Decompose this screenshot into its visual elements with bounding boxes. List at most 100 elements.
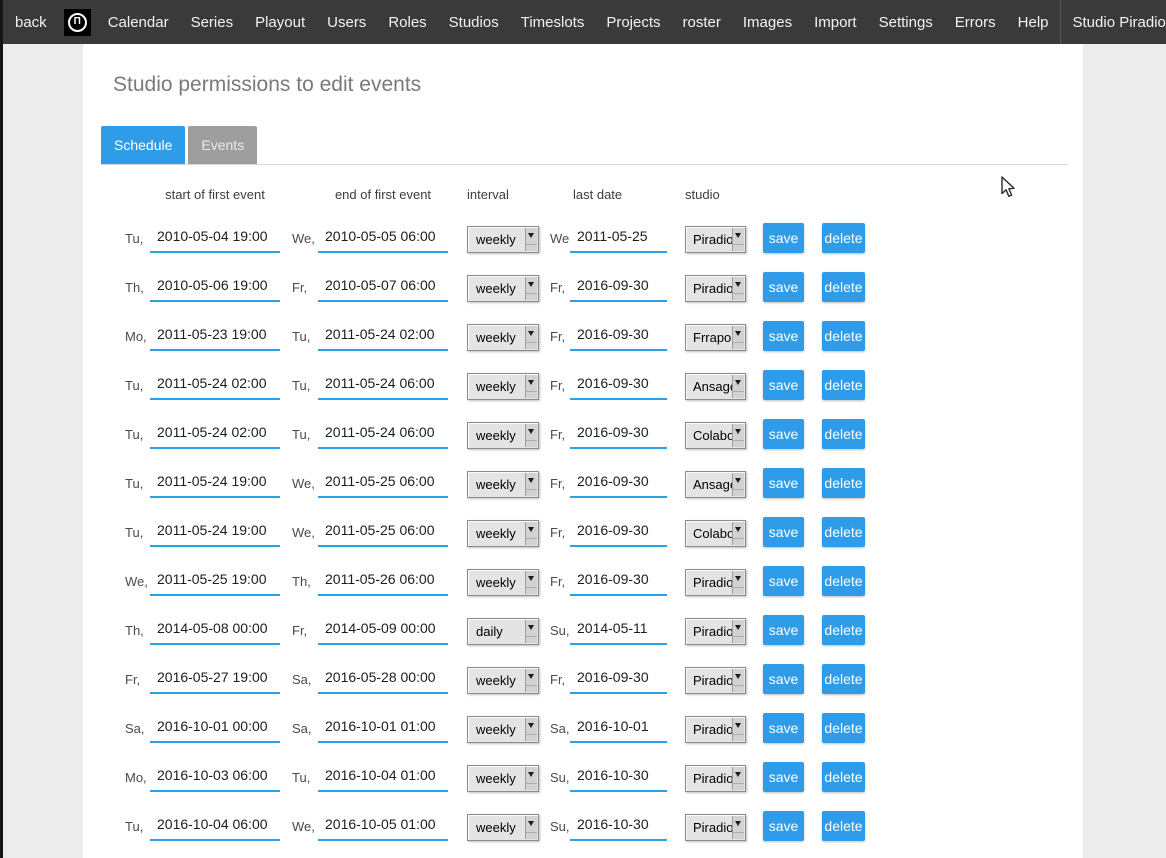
- chevron-down-icon[interactable]: [525, 228, 537, 251]
- delete-button[interactable]: delete: [822, 762, 865, 792]
- chevron-down-icon[interactable]: [525, 718, 537, 741]
- last-date-input[interactable]: [570, 616, 667, 645]
- delete-button[interactable]: delete: [822, 370, 865, 400]
- nav-menu-item[interactable]: Playout: [244, 14, 316, 31]
- delete-button[interactable]: delete: [822, 419, 865, 449]
- chevron-down-icon[interactable]: [732, 522, 744, 545]
- last-date-input[interactable]: [570, 420, 667, 449]
- interval-select[interactable]: weekly: [467, 667, 539, 694]
- studio-select[interactable]: Piradio: [685, 618, 746, 645]
- start-datetime-input[interactable]: [150, 812, 280, 841]
- end-datetime-input[interactable]: [318, 469, 448, 498]
- chevron-down-icon[interactable]: [525, 767, 537, 790]
- save-button[interactable]: save: [763, 615, 804, 645]
- delete-button[interactable]: delete: [822, 713, 865, 743]
- start-datetime-input[interactable]: [150, 518, 280, 547]
- interval-select[interactable]: weekly: [467, 373, 539, 400]
- nav-menu-item[interactable]: Settings: [868, 14, 944, 31]
- chevron-down-icon[interactable]: [732, 473, 744, 496]
- end-datetime-input[interactable]: [318, 665, 448, 694]
- nav-menu-item[interactable]: Calendar: [97, 14, 180, 31]
- chevron-down-icon[interactable]: [732, 620, 744, 643]
- studio-select[interactable]: Piradio: [685, 716, 746, 743]
- interval-select[interactable]: weekly: [467, 422, 539, 449]
- save-button[interactable]: save: [763, 468, 804, 498]
- chevron-down-icon[interactable]: [525, 326, 537, 349]
- end-datetime-input[interactable]: [318, 371, 448, 400]
- end-datetime-input[interactable]: [318, 763, 448, 792]
- start-datetime-input[interactable]: [150, 567, 280, 596]
- chevron-down-icon[interactable]: [732, 228, 744, 251]
- start-datetime-input[interactable]: [150, 273, 280, 302]
- chevron-down-icon[interactable]: [732, 424, 744, 447]
- chevron-down-icon[interactable]: [525, 816, 537, 839]
- nav-menu-item[interactable]: Images: [732, 14, 803, 31]
- start-datetime-input[interactable]: [150, 371, 280, 400]
- delete-button[interactable]: delete: [822, 664, 865, 694]
- interval-select[interactable]: weekly: [467, 716, 539, 743]
- interval-select[interactable]: weekly: [467, 814, 539, 841]
- delete-button[interactable]: delete: [822, 468, 865, 498]
- last-date-input[interactable]: [570, 714, 667, 743]
- start-datetime-input[interactable]: [150, 224, 280, 253]
- save-button[interactable]: save: [763, 370, 804, 400]
- chevron-down-icon[interactable]: [732, 326, 744, 349]
- nav-menu-item[interactable]: Projects: [595, 14, 671, 31]
- end-datetime-input[interactable]: [318, 322, 448, 351]
- last-date-input[interactable]: [570, 518, 667, 547]
- start-datetime-input[interactable]: [150, 469, 280, 498]
- save-button[interactable]: save: [763, 566, 804, 596]
- nav-menu-item[interactable]: Import: [803, 14, 868, 31]
- chevron-down-icon[interactable]: [732, 718, 744, 741]
- chevron-down-icon[interactable]: [732, 277, 744, 300]
- save-button[interactable]: save: [763, 762, 804, 792]
- studio-select[interactable]: Piradio: [685, 667, 746, 694]
- chevron-down-icon[interactable]: [525, 375, 537, 398]
- start-datetime-input[interactable]: [150, 665, 280, 694]
- chevron-down-icon[interactable]: [732, 816, 744, 839]
- chevron-down-icon[interactable]: [525, 571, 537, 594]
- end-datetime-input[interactable]: [318, 567, 448, 596]
- nav-menu-item[interactable]: Timeslots: [510, 14, 596, 31]
- delete-button[interactable]: delete: [822, 272, 865, 302]
- studio-select[interactable]: Piradio: [685, 814, 746, 841]
- save-button[interactable]: save: [763, 321, 804, 351]
- last-date-input[interactable]: [570, 665, 667, 694]
- save-button[interactable]: save: [763, 713, 804, 743]
- chevron-down-icon[interactable]: [525, 669, 537, 692]
- interval-select[interactable]: weekly: [467, 569, 539, 596]
- delete-button[interactable]: delete: [822, 517, 865, 547]
- end-datetime-input[interactable]: [318, 714, 448, 743]
- chevron-down-icon[interactable]: [732, 375, 744, 398]
- studio-select[interactable]: Piradio: [685, 226, 746, 253]
- chevron-down-icon[interactable]: [525, 473, 537, 496]
- interval-select[interactable]: weekly: [467, 765, 539, 792]
- studio-select[interactable]: Frrapo: [685, 324, 746, 351]
- nav-menu-item[interactable]: roster: [672, 14, 732, 31]
- chevron-down-icon[interactable]: [525, 277, 537, 300]
- interval-select[interactable]: daily: [467, 618, 539, 645]
- save-button[interactable]: save: [763, 517, 804, 547]
- studio-selector[interactable]: Studio Piradio: [1060, 0, 1166, 44]
- save-button[interactable]: save: [763, 419, 804, 449]
- studio-select[interactable]: Colabo: [685, 422, 746, 449]
- save-button[interactable]: save: [763, 664, 804, 694]
- chevron-down-icon[interactable]: [732, 669, 744, 692]
- save-button[interactable]: save: [763, 223, 804, 253]
- chevron-down-icon[interactable]: [732, 767, 744, 790]
- save-button[interactable]: save: [763, 272, 804, 302]
- nav-menu-item[interactable]: Errors: [944, 14, 1007, 31]
- end-datetime-input[interactable]: [318, 616, 448, 645]
- studio-select[interactable]: Colabo: [685, 520, 746, 547]
- interval-select[interactable]: weekly: [467, 471, 539, 498]
- start-datetime-input[interactable]: [150, 420, 280, 449]
- last-date-input[interactable]: [570, 371, 667, 400]
- studio-select[interactable]: Piradio: [685, 765, 746, 792]
- end-datetime-input[interactable]: [318, 518, 448, 547]
- end-datetime-input[interactable]: [318, 812, 448, 841]
- delete-button[interactable]: delete: [822, 811, 865, 841]
- last-date-input[interactable]: [570, 273, 667, 302]
- studio-select[interactable]: Piradio: [685, 275, 746, 302]
- interval-select[interactable]: weekly: [467, 324, 539, 351]
- chevron-down-icon[interactable]: [525, 522, 537, 545]
